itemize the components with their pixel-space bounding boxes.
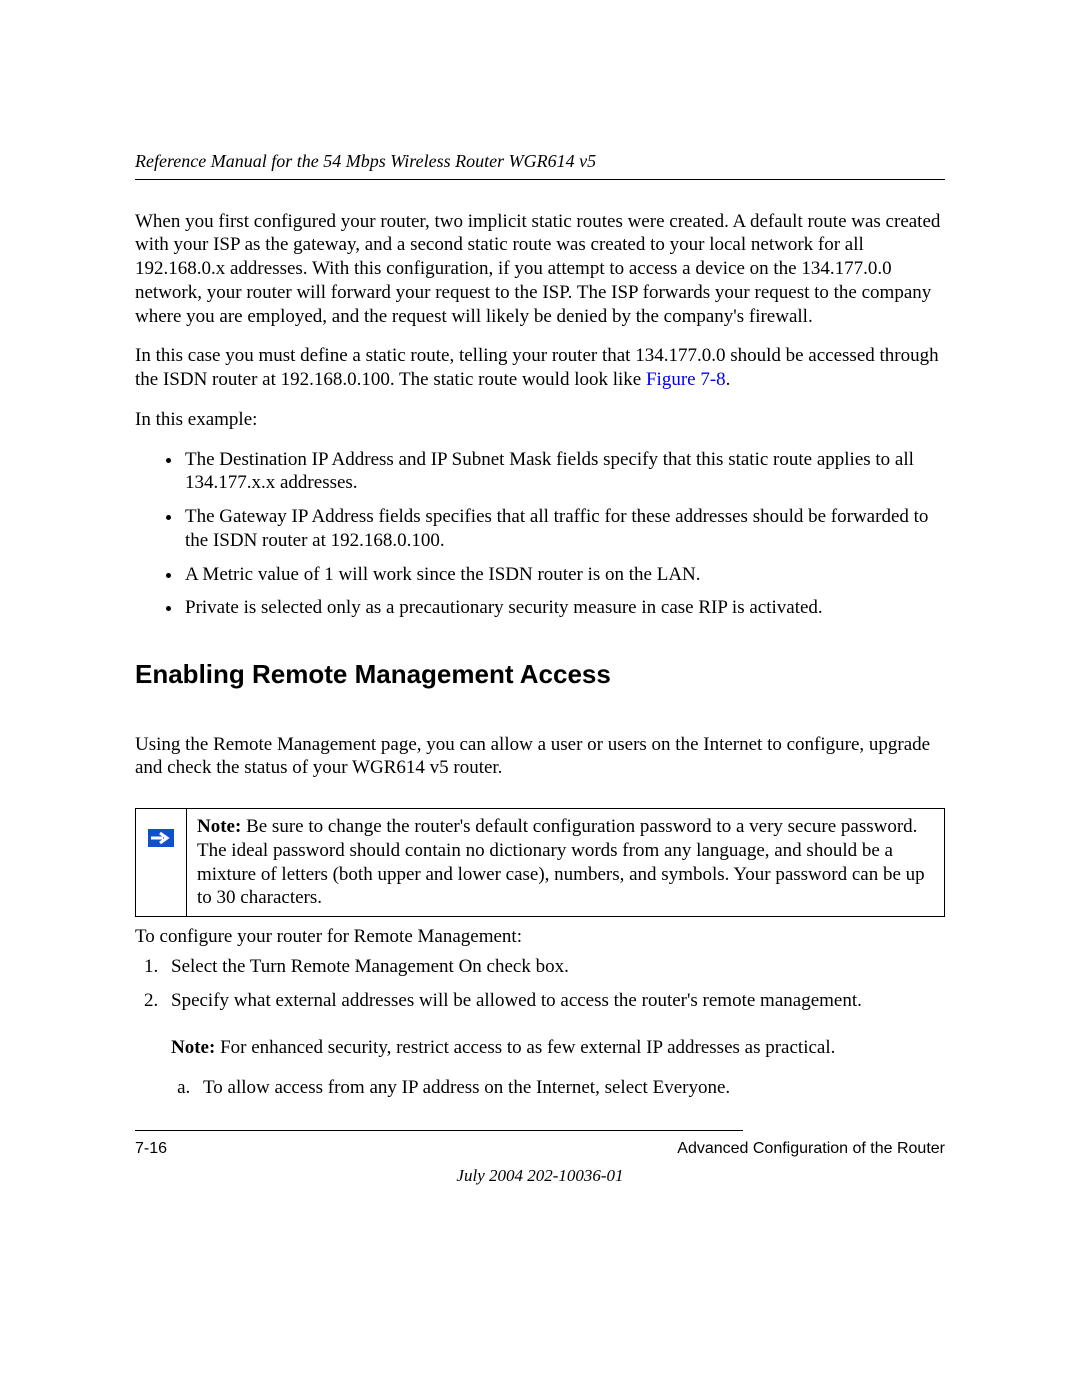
body-paragraph: In this example:: [135, 408, 945, 432]
footer-row: 7-16 Advanced Configuration of the Route…: [135, 1139, 945, 1159]
note-label: Note:: [171, 1037, 215, 1058]
page-number: 7-16: [135, 1139, 167, 1159]
section-label: Advanced Configuration of the Router: [677, 1139, 945, 1159]
body-paragraph: To configure your router for Remote Mana…: [135, 925, 945, 949]
note-icon-cell: [136, 809, 187, 917]
document-page: Reference Manual for the 54 Mbps Wireles…: [0, 0, 1080, 1236]
figure-link[interactable]: Figure 7-8: [646, 369, 726, 390]
step-note: Note: For enhanced security, restrict ac…: [171, 1036, 945, 1060]
note-body: For enhanced security, restrict access t…: [215, 1037, 835, 1058]
ordered-steps: Select the Turn Remote Management On che…: [135, 955, 945, 1100]
body-paragraph: When you first configured your router, t…: [135, 210, 945, 329]
list-item: To allow access from any IP address on t…: [195, 1076, 945, 1100]
section-heading: Enabling Remote Management Access: [135, 658, 945, 691]
ordered-substeps: To allow access from any IP address on t…: [171, 1076, 945, 1100]
footer-date: July 2004 202-10036-01: [135, 1165, 945, 1186]
header-rule: [135, 179, 945, 180]
step-text: Specify what external addresses will be …: [171, 990, 862, 1011]
list-item: Select the Turn Remote Management On che…: [163, 955, 945, 979]
list-item: The Destination IP Address and IP Subnet…: [183, 448, 945, 496]
note-body: Be sure to change the router's default c…: [197, 816, 925, 908]
running-header: Reference Manual for the 54 Mbps Wireles…: [135, 150, 945, 173]
footer-rule: [135, 1130, 743, 1131]
para-text: .: [726, 369, 731, 390]
body-paragraph: In this case you must define a static ro…: [135, 344, 945, 392]
list-item: Private is selected only as a precaution…: [183, 596, 945, 620]
note-text-cell: Note: Be sure to change the router's def…: [187, 809, 945, 917]
list-item: Specify what external addresses will be …: [163, 989, 945, 1100]
list-item: A Metric value of 1 will work since the …: [183, 563, 945, 587]
para-text: In this case you must define a static ro…: [135, 345, 939, 390]
arrow-right-icon: [148, 829, 174, 847]
note-label: Note:: [197, 816, 241, 837]
list-item: The Gateway IP Address fields specifies …: [183, 505, 945, 553]
bullet-list: The Destination IP Address and IP Subnet…: [135, 448, 945, 621]
note-callout: Note: Be sure to change the router's def…: [135, 808, 945, 917]
body-paragraph: Using the Remote Management page, you ca…: [135, 733, 945, 781]
